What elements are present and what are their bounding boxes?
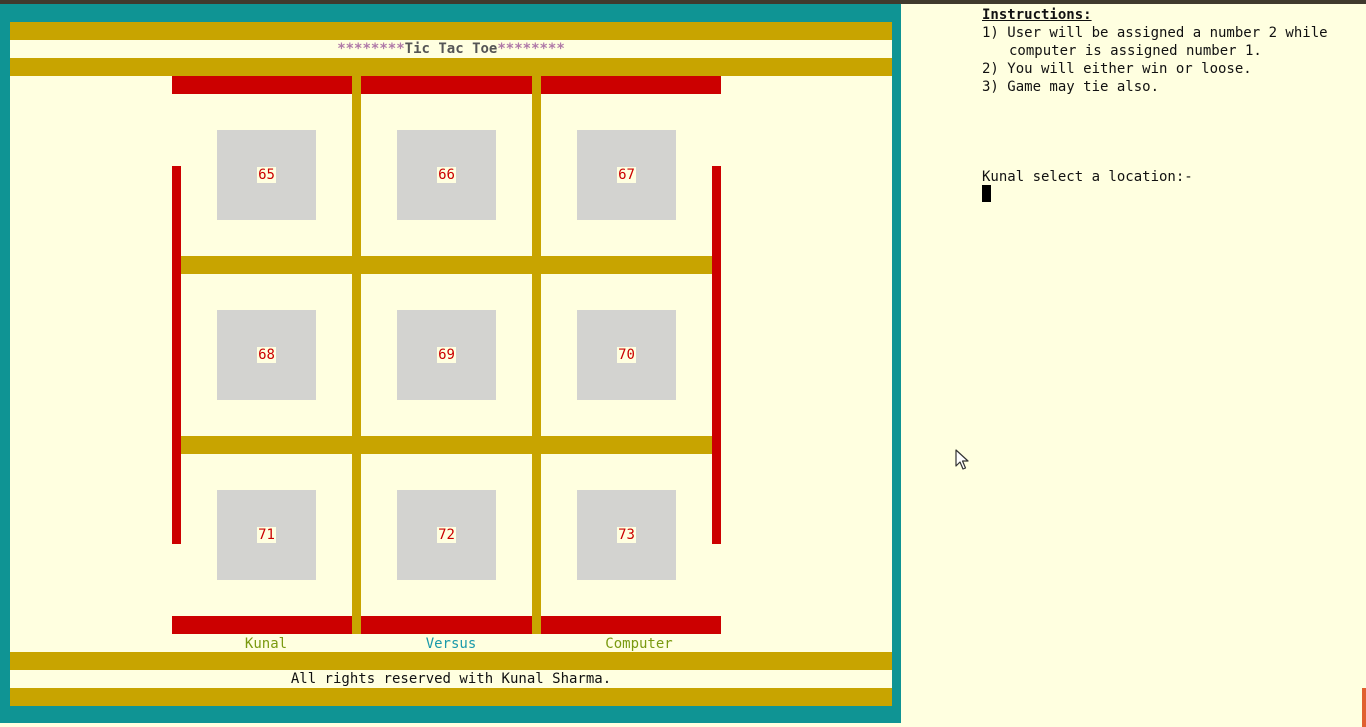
text-cursor[interactable] [982,185,991,202]
instruction-item-2: 2) You will either win or loose. [982,61,1252,77]
location-prompt: Kunal select a location:- [982,169,1193,185]
title-text: Tic Tac Toe [404,41,498,57]
instructions-title: Instructions: [982,7,1092,23]
instruction-item-1: 1) User will be assigned a number 2 whil… [982,25,1337,59]
cell-number: 67 [617,167,636,183]
bottom-gold-band [10,688,892,706]
board-right-red-bar [712,166,721,544]
board-bottom-red-bar-right [541,616,721,634]
board-cell-3[interactable]: 67 [577,130,676,220]
board-left-red-bar [172,166,181,544]
title-stars-left: ******** [337,41,405,57]
grid-vertical-line-1 [352,76,361,634]
board-bottom-red-bar-left [172,616,352,634]
board-cell-4[interactable]: 68 [217,310,316,400]
board-top-red-bar-right [541,76,721,94]
instruction-item-3: 3) Game may tie also. [982,79,1160,95]
footer-copyright: All rights reserved with Kunal Sharma. [290,671,612,687]
cell-number: 69 [437,347,456,363]
title-bottom-gold-band [10,58,892,76]
player2-label: Computer [605,636,673,652]
cell-number: 65 [257,167,276,183]
board-bottom-red-bar-middle [361,616,532,634]
grid-horizontal-line-2 [181,436,712,454]
window-edge-accent [1362,688,1366,727]
cell-number: 66 [437,167,456,183]
board-cell-5[interactable]: 69 [397,310,496,400]
board-top-red-bar-left [172,76,352,94]
game-title: ********Tic Tac Toe******** [10,40,892,58]
instructions-panel: Instructions: 1) User will be assigned a… [982,6,1362,96]
board-cell-7[interactable]: 71 [217,490,316,580]
board-cell-8[interactable]: 72 [397,490,496,580]
cell-number: 73 [617,527,636,543]
board-cell-2[interactable]: 66 [397,130,496,220]
top-gold-band [10,22,892,40]
title-stars-right: ******** [497,41,565,57]
player1-label: Kunal [244,636,288,652]
versus-label: Versus [425,636,477,652]
board-cell-6[interactable]: 70 [577,310,676,400]
board-top-red-bar-middle [361,76,532,94]
board-cell-1[interactable]: 65 [217,130,316,220]
grid-horizontal-line-1 [181,256,712,274]
cell-number: 71 [257,527,276,543]
mouse-pointer-icon [955,449,969,470]
cell-number: 70 [617,347,636,363]
cell-number: 68 [257,347,276,363]
grid-vertical-line-2 [532,76,541,634]
board-cell-9[interactable]: 73 [577,490,676,580]
cell-number: 72 [437,527,456,543]
footer-top-gold-band [10,652,892,670]
